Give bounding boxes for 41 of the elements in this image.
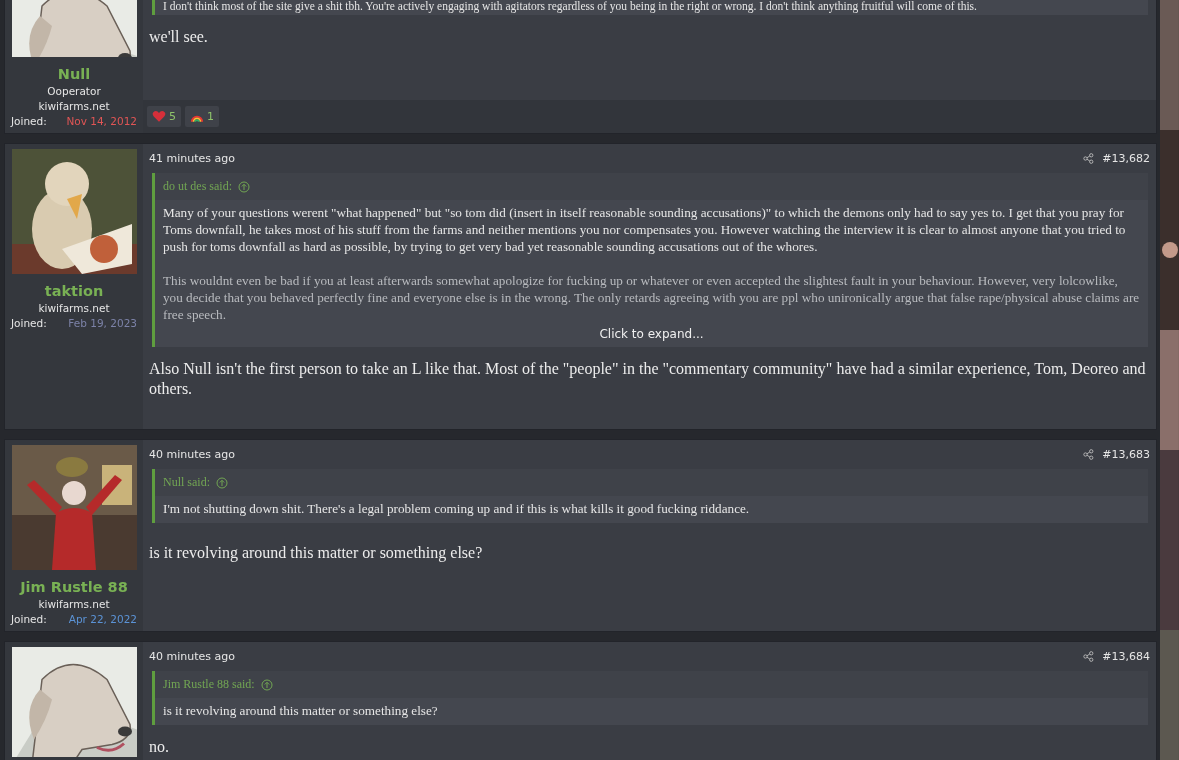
post-time[interactable]: 40 minutes ago bbox=[149, 650, 235, 663]
quote-author[interactable]: Jim Rustle 88 said: bbox=[163, 677, 255, 692]
expand-link[interactable]: Click to expand... bbox=[599, 327, 704, 341]
reaction-button[interactable]: 5 bbox=[147, 106, 181, 127]
share-icon[interactable] bbox=[1083, 153, 1095, 164]
post-number[interactable]: #13,684 bbox=[1102, 650, 1151, 663]
quote-text: I'm not shutting down shit. There's a legal problem coming up and if this is what kills it good fucking riddance. bbox=[163, 500, 751, 517]
joined-date: Apr 22, 2022 bbox=[68, 613, 137, 625]
post-text: Also Null isn't the first person to take an L like that. Most of the "people" in the "commentary community" have had a similar experience, Tom, Deoreo and others. bbox=[149, 359, 1147, 399]
arrow-up-icon[interactable] bbox=[238, 180, 250, 193]
quote-text: I don't think most of the site give a shit tbh. You're actively engaging with agitators regardless of you being in the right or wrong. I don't think anything fruitful will come of this. bbox=[162, 0, 978, 15]
reaction-button[interactable]: 1 bbox=[185, 106, 219, 127]
user-title: Ooperator bbox=[47, 85, 101, 97]
share-icon[interactable] bbox=[1083, 449, 1095, 460]
arrow-up-icon[interactable] bbox=[260, 678, 273, 691]
quote-text: Many of your questions werent "what happened" but "so tom did (insert in itself reasonable sounding accusations)" to which the demons only had to say yes to. I get that you pray for Toms downfall, he takes most of his stuff from the farms and neither mentions you nor compensates you. However watching the interview it is clear to almost anyone that you tried to push for toms downfall as hard as possible, by trying to get very bad yet reasonable sounding accusations out of the whores. bbox=[163, 204, 1127, 255]
quote-author[interactable]: do ut des said: bbox=[163, 179, 232, 194]
username[interactable]: taktion bbox=[44, 283, 104, 299]
post-text: is it revolving around this matter or something else? bbox=[149, 543, 484, 564]
post-text: we'll see. bbox=[149, 27, 209, 47]
quote-text: This wouldnt even be bad if you at least afterwards somewhat apologize for fucking up or whatever or even accepted the slightest fault in your behaviour. However, very lolcowlike, you decide that you behaved perfectly fine and everyone else is in the wrong. The only retards agreeing with you are ppl who unironically argue that false rape/physical abuse claims are free speech. bbox=[163, 272, 1141, 323]
quote-text: is it revolving around this matter or something else? bbox=[163, 702, 439, 719]
post-time[interactable]: 41 minutes ago bbox=[149, 152, 235, 165]
joined-date: Nov 14, 2012 bbox=[66, 115, 137, 127]
joined-label: Joined: bbox=[11, 317, 47, 329]
quote-author[interactable]: Null said: bbox=[163, 475, 210, 490]
user-site: kiwifarms.net bbox=[38, 598, 110, 610]
joined-label: Joined: bbox=[11, 115, 47, 127]
user-site: kiwifarms.net bbox=[38, 302, 110, 314]
post-text: no. bbox=[149, 737, 170, 757]
username[interactable]: Jim Rustle 88 bbox=[20, 579, 128, 595]
heart-icon bbox=[152, 110, 166, 123]
post-number[interactable]: #13,683 bbox=[1102, 448, 1151, 461]
username[interactable]: Null bbox=[57, 66, 91, 82]
share-icon[interactable] bbox=[1083, 651, 1095, 662]
joined-date: Feb 19, 2023 bbox=[68, 317, 137, 329]
arrow-up-icon[interactable] bbox=[216, 476, 228, 489]
user-site: kiwifarms.net bbox=[38, 100, 110, 112]
post-time[interactable]: 40 minutes ago bbox=[149, 448, 235, 461]
post-number[interactable]: #13,682 bbox=[1102, 152, 1151, 165]
joined-label: Joined: bbox=[11, 613, 47, 625]
